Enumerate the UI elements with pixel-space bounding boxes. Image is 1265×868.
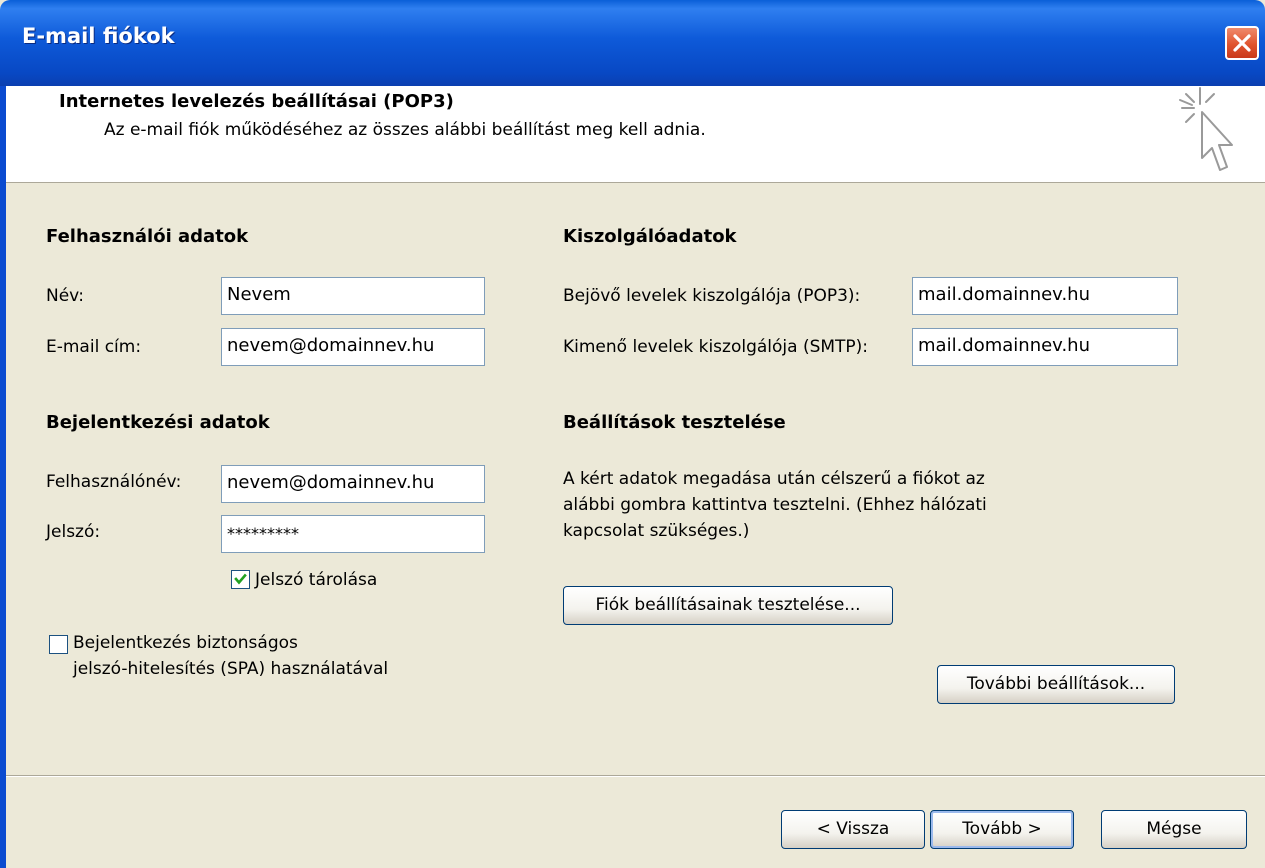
next-button[interactable]: Tovább >: [930, 810, 1074, 849]
server-info-heading: Kiszolgálóadatok: [563, 226, 737, 247]
password-field[interactable]: *********: [221, 515, 485, 553]
cancel-button[interactable]: Mégse: [1101, 810, 1247, 849]
password-label: Jelszó:: [46, 522, 101, 542]
close-button[interactable]: [1225, 26, 1259, 60]
test-description-line2: alábbi gombra kattintva tesztelni. (Ehhe…: [563, 495, 987, 515]
test-description: A kért adatok megadása után célszerű a f…: [563, 466, 1083, 544]
spa-label-line2[interactable]: jelszó-hitelesítés (SPA) használatával: [73, 659, 388, 679]
title-bar: E-mail fiókok: [0, 0, 1265, 86]
outgoing-server-field[interactable]: mail.domainnev.hu: [912, 328, 1178, 366]
spa-label-line1[interactable]: Bejelentkezés biztonságos: [73, 633, 298, 653]
email-label: E-mail cím:: [46, 337, 142, 357]
header-subtitle: Az e-mail fiók működéséhez az összes alá…: [104, 120, 706, 140]
test-description-line3: kapcsolat szükséges.): [563, 521, 750, 541]
header-title: Internetes levelezés beállításai (POP3): [59, 91, 454, 112]
username-field[interactable]: nevem@domainnev.hu: [221, 465, 485, 503]
close-icon: [1233, 34, 1251, 52]
remember-password-label[interactable]: Jelszó tárolása: [255, 570, 377, 590]
login-info-heading: Bejelentkezési adatok: [46, 412, 270, 433]
window-frame-left: [0, 86, 6, 868]
incoming-server-field[interactable]: mail.domainnev.hu: [912, 277, 1178, 315]
test-settings-heading: Beállítások tesztelése: [563, 412, 786, 433]
user-info-heading: Felhasználói adatok: [46, 226, 249, 247]
click-cursor-icon: [1179, 87, 1233, 171]
username-label: Felhasználónév:: [46, 472, 182, 492]
more-settings-button[interactable]: További beállítások...: [937, 665, 1175, 704]
name-field[interactable]: Nevem: [221, 277, 485, 315]
remember-password-checkbox[interactable]: [231, 570, 250, 589]
spa-checkbox[interactable]: [49, 635, 68, 654]
window-title: E-mail fiókok: [22, 24, 175, 48]
email-field[interactable]: nevem@domainnev.hu: [221, 328, 485, 366]
name-label: Név:: [46, 286, 85, 306]
wizard-header: Internetes levelezés beállításai (POP3) …: [6, 86, 1265, 183]
test-description-line1: A kért adatok megadása után célszerű a f…: [563, 469, 985, 489]
checkmark-icon: [234, 573, 247, 585]
outgoing-server-label: Kimenő levelek kiszolgálója (SMTP):: [563, 337, 869, 357]
test-account-button[interactable]: Fiók beállításainak tesztelése...: [563, 586, 893, 625]
back-button[interactable]: < Vissza: [781, 810, 925, 849]
footer-separator: [6, 775, 1265, 777]
incoming-server-label: Bejövő levelek kiszolgálója (POP3):: [563, 286, 861, 306]
